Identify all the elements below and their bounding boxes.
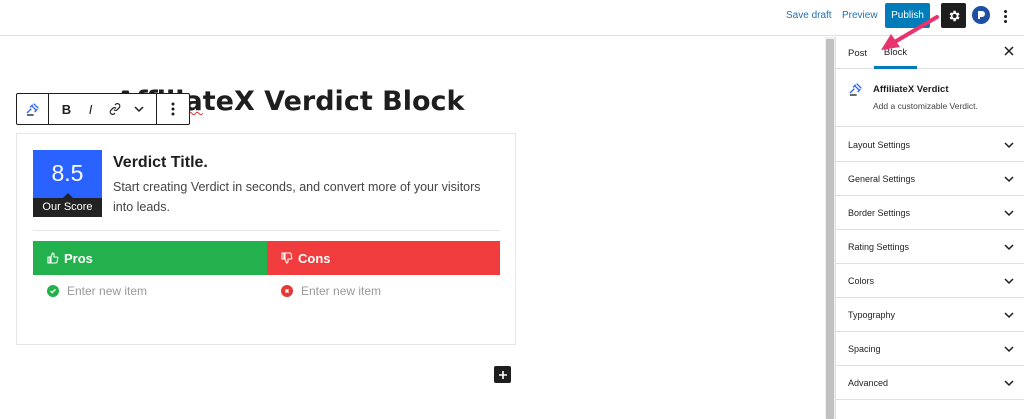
thumbs-down-icon (281, 252, 293, 264)
chevron-down-icon (1004, 244, 1014, 251)
panel-colors[interactable]: Colors (836, 264, 1024, 298)
chevron-down-icon (1004, 278, 1014, 285)
cons-header: Cons (267, 241, 500, 275)
add-block-button[interactable] (494, 366, 511, 383)
vertical-dots-icon (171, 102, 175, 116)
thumbs-up-icon (47, 252, 59, 264)
pros-header: Pros (33, 241, 267, 275)
gavel-icon (26, 103, 39, 116)
panel-label: Border Settings (848, 208, 911, 218)
chevron-down-icon (1004, 380, 1014, 387)
pros-list-item: Enter new item (47, 284, 147, 298)
panel-advanced[interactable]: Advanced (836, 366, 1024, 400)
panel-label: Spacing (848, 344, 881, 354)
close-icon (1004, 46, 1014, 56)
panel-label: General Settings (848, 174, 916, 184)
score-value[interactable]: 8.5 (33, 160, 102, 187)
block-options-button[interactable] (157, 94, 189, 124)
settings-sidebar: Post Block AffiliateX Verdict Add a cust… (835, 37, 1024, 419)
pros-label[interactable]: Pros (64, 251, 93, 266)
scrollbar-thumb[interactable] (826, 39, 834, 419)
chevron-down-icon (1004, 142, 1014, 149)
panel-label: Colors (848, 276, 875, 286)
cons-label[interactable]: Cons (298, 251, 331, 266)
panel-label: Typography (848, 310, 896, 320)
plugin-button[interactable] (972, 6, 990, 24)
panel-general-settings[interactable]: General Settings (836, 162, 1024, 196)
panel-rating-settings[interactable]: Rating Settings (836, 230, 1024, 264)
more-options-button[interactable] (1000, 6, 1010, 26)
publish-button[interactable]: Publish (885, 3, 930, 28)
tab-block[interactable]: Block (874, 37, 917, 69)
divider (33, 230, 500, 231)
tab-post[interactable]: Post (848, 48, 867, 59)
sidebar-tabs: Post Block (836, 37, 1024, 69)
cons-list-item: Enter new item (281, 284, 381, 298)
close-sidebar-button[interactable] (1004, 45, 1014, 59)
block-toolbar: B I (16, 93, 190, 125)
plus-icon (498, 370, 507, 379)
gavel-icon (848, 81, 864, 102)
block-description: Add a customizable Verdict. (873, 101, 978, 111)
block-card: AffiliateX Verdict Add a customizable Ve… (836, 70, 1024, 127)
pros-item-input[interactable]: Enter new item (67, 284, 147, 298)
save-draft-button[interactable]: Save draft (786, 10, 832, 21)
chevron-down-icon (1004, 176, 1014, 183)
italic-button[interactable]: I (79, 94, 103, 124)
panel-layout-settings[interactable]: Layout Settings (836, 128, 1024, 162)
editor-header: Save draft Preview Publish (0, 0, 1024, 36)
preview-button[interactable]: Preview (842, 10, 878, 21)
bold-button[interactable]: B (55, 94, 79, 124)
gear-icon (949, 10, 960, 21)
verdict-title[interactable]: Verdict Title. (113, 154, 208, 172)
score-box: 8.5 Our Score (33, 150, 102, 217)
settings-button[interactable] (941, 3, 966, 28)
cons-item-input[interactable]: Enter new item (301, 284, 381, 298)
x-circle-icon (281, 285, 293, 297)
editor-canvas: AffiliateX Verdict Block B I 8.5 Our Sco… (0, 37, 825, 419)
verdict-block[interactable]: 8.5 Our Score Verdict Title. Start creat… (16, 133, 516, 345)
link-button[interactable] (103, 94, 127, 124)
check-circle-icon (47, 285, 59, 297)
more-rich-text-button[interactable] (127, 94, 151, 124)
title-part-2: teX Verdict Block (202, 86, 465, 117)
plugin-logo-icon (978, 11, 985, 19)
chevron-down-icon (1004, 210, 1014, 217)
verdict-description[interactable]: Start creating Verdict in seconds, and c… (113, 177, 483, 217)
panel-typography[interactable]: Typography (836, 298, 1024, 332)
chevron-down-icon (133, 106, 144, 113)
panel-border-settings[interactable]: Border Settings (836, 196, 1024, 230)
panel-label: Advanced (848, 378, 889, 388)
panel-label: Rating Settings (848, 242, 910, 252)
score-label[interactable]: Our Score (33, 198, 102, 217)
panel-spacing[interactable]: Spacing (836, 332, 1024, 366)
link-icon (109, 103, 120, 115)
block-type-button[interactable] (17, 94, 49, 124)
chevron-down-icon (1004, 346, 1014, 353)
block-name: AffiliateX Verdict (873, 84, 949, 95)
chevron-down-icon (1004, 312, 1014, 319)
panel-label: Layout Settings (848, 140, 911, 150)
